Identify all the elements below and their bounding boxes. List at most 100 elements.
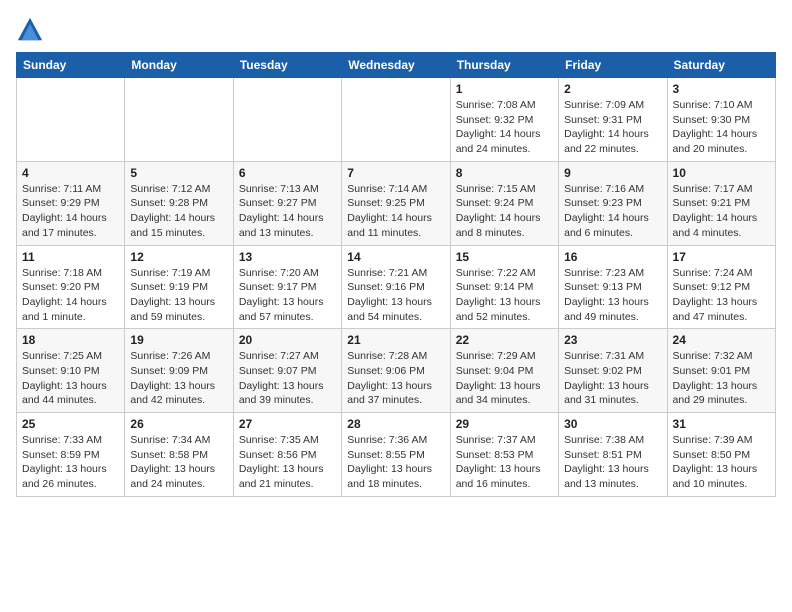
day-info: Sunrise: 7:27 AM Sunset: 9:07 PM Dayligh… [239,349,336,408]
weekday-header-tuesday: Tuesday [233,53,341,78]
day-info: Sunrise: 7:23 AM Sunset: 9:13 PM Dayligh… [564,266,661,325]
calendar-cell: 27 Sunrise: 7:35 AM Sunset: 8:56 PM Dayli… [233,413,341,497]
page-header [16,16,776,44]
day-info: Sunrise: 7:13 AM Sunset: 9:27 PM Dayligh… [239,182,336,241]
calendar-cell: 10 Sunrise: 7:17 AM Sunset: 9:21 PM Dayli… [667,161,775,245]
day-info: Sunrise: 7:17 AM Sunset: 9:21 PM Dayligh… [673,182,770,241]
calendar-cell: 21Sunrise: 7:28 AM Sunset: 9:06 PM Dayli… [342,329,450,413]
logo-icon [16,16,44,44]
day-number: 9 [564,166,661,180]
calendar-cell [17,78,125,162]
day-info: Sunrise: 7:11 AM Sunset: 9:29 PM Dayligh… [22,182,119,241]
calendar-cell: 26 Sunrise: 7:34 AM Sunset: 8:58 PM Dayli… [125,413,233,497]
calendar-cell [125,78,233,162]
day-number: 27 [239,417,336,431]
calendar-cell: 6 Sunrise: 7:13 AM Sunset: 9:27 PM Daylig… [233,161,341,245]
day-info: Sunrise: 7:37 AM Sunset: 8:53 PM Dayligh… [456,433,553,492]
day-info: Sunrise: 7:35 AM Sunset: 8:56 PM Dayligh… [239,433,336,492]
day-number: 6 [239,166,336,180]
calendar-cell: 31Sunrise: 7:39 AM Sunset: 8:50 PM Dayli… [667,413,775,497]
day-info: Sunrise: 7:34 AM Sunset: 8:58 PM Dayligh… [130,433,227,492]
calendar-cell: 9 Sunrise: 7:16 AM Sunset: 9:23 PM Daylig… [559,161,667,245]
calendar-cell: 20Sunrise: 7:27 AM Sunset: 9:07 PM Dayli… [233,329,341,413]
calendar-cell: 4Sunrise: 7:11 AM Sunset: 9:29 PM Daylig… [17,161,125,245]
calendar-cell: 16 Sunrise: 7:23 AM Sunset: 9:13 PM Dayli… [559,245,667,329]
calendar-cell: 3 Sunrise: 7:10 AM Sunset: 9:30 PM Daylig… [667,78,775,162]
day-number: 2 [564,82,661,96]
day-info: Sunrise: 7:14 AM Sunset: 9:25 PM Dayligh… [347,182,444,241]
day-number: 29 [456,417,553,431]
day-info: Sunrise: 7:28 AM Sunset: 9:06 PM Dayligh… [347,349,444,408]
calendar-cell: 1 Sunrise: 7:08 AM Sunset: 9:32 PM Daylig… [450,78,558,162]
day-info: Sunrise: 7:20 AM Sunset: 9:17 PM Dayligh… [239,266,336,325]
week-row-1: 1 Sunrise: 7:08 AM Sunset: 9:32 PM Daylig… [17,78,776,162]
calendar-cell: 7 Sunrise: 7:14 AM Sunset: 9:25 PM Daylig… [342,161,450,245]
week-row-5: 25Sunrise: 7:33 AM Sunset: 8:59 PM Dayli… [17,413,776,497]
day-number: 28 [347,417,444,431]
day-info: Sunrise: 7:09 AM Sunset: 9:31 PM Dayligh… [564,98,661,157]
calendar-cell: 15Sunrise: 7:22 AM Sunset: 9:14 PM Dayli… [450,245,558,329]
calendar-cell: 17 Sunrise: 7:24 AM Sunset: 9:12 PM Dayli… [667,245,775,329]
day-info: Sunrise: 7:32 AM Sunset: 9:01 PM Dayligh… [673,349,770,408]
calendar-cell: 13Sunrise: 7:20 AM Sunset: 9:17 PM Dayli… [233,245,341,329]
day-info: Sunrise: 7:22 AM Sunset: 9:14 PM Dayligh… [456,266,553,325]
day-number: 23 [564,333,661,347]
calendar-cell: 23Sunrise: 7:31 AM Sunset: 9:02 PM Dayli… [559,329,667,413]
calendar-cell: 18 Sunrise: 7:25 AM Sunset: 9:10 PM Dayli… [17,329,125,413]
day-number: 30 [564,417,661,431]
day-number: 10 [673,166,770,180]
day-number: 22 [456,333,553,347]
day-number: 17 [673,250,770,264]
day-number: 12 [130,250,227,264]
weekday-header-monday: Monday [125,53,233,78]
day-number: 11 [22,250,119,264]
week-row-4: 18 Sunrise: 7:25 AM Sunset: 9:10 PM Dayli… [17,329,776,413]
weekday-header-wednesday: Wednesday [342,53,450,78]
day-number: 14 [347,250,444,264]
calendar-cell: 25Sunrise: 7:33 AM Sunset: 8:59 PM Dayli… [17,413,125,497]
weekday-header-saturday: Saturday [667,53,775,78]
day-number: 1 [456,82,553,96]
day-info: Sunrise: 7:19 AM Sunset: 9:19 PM Dayligh… [130,266,227,325]
weekday-header-thursday: Thursday [450,53,558,78]
day-number: 26 [130,417,227,431]
calendar-cell: 28 Sunrise: 7:36 AM Sunset: 8:55 PM Dayli… [342,413,450,497]
day-info: Sunrise: 7:21 AM Sunset: 9:16 PM Dayligh… [347,266,444,325]
day-number: 18 [22,333,119,347]
day-info: Sunrise: 7:39 AM Sunset: 8:50 PM Dayligh… [673,433,770,492]
day-info: Sunrise: 7:24 AM Sunset: 9:12 PM Dayligh… [673,266,770,325]
calendar-cell: 12 Sunrise: 7:19 AM Sunset: 9:19 PM Dayli… [125,245,233,329]
calendar-cell: 2 Sunrise: 7:09 AM Sunset: 9:31 PM Daylig… [559,78,667,162]
day-info: Sunrise: 7:12 AM Sunset: 9:28 PM Dayligh… [130,182,227,241]
day-number: 5 [130,166,227,180]
week-row-2: 4Sunrise: 7:11 AM Sunset: 9:29 PM Daylig… [17,161,776,245]
weekday-header-row: SundayMondayTuesdayWednesdayThursdayFrid… [17,53,776,78]
day-info: Sunrise: 7:10 AM Sunset: 9:30 PM Dayligh… [673,98,770,157]
logo [16,16,48,44]
day-info: Sunrise: 7:38 AM Sunset: 8:51 PM Dayligh… [564,433,661,492]
day-number: 24 [673,333,770,347]
calendar-cell: 29 Sunrise: 7:37 AM Sunset: 8:53 PM Dayli… [450,413,558,497]
calendar-cell: 5 Sunrise: 7:12 AM Sunset: 9:28 PM Daylig… [125,161,233,245]
day-info: Sunrise: 7:29 AM Sunset: 9:04 PM Dayligh… [456,349,553,408]
day-number: 7 [347,166,444,180]
day-number: 19 [130,333,227,347]
day-info: Sunrise: 7:15 AM Sunset: 9:24 PM Dayligh… [456,182,553,241]
day-number: 16 [564,250,661,264]
day-info: Sunrise: 7:16 AM Sunset: 9:23 PM Dayligh… [564,182,661,241]
day-info: Sunrise: 7:26 AM Sunset: 9:09 PM Dayligh… [130,349,227,408]
calendar-cell: 19 Sunrise: 7:26 AM Sunset: 9:09 PM Dayli… [125,329,233,413]
day-info: Sunrise: 7:08 AM Sunset: 9:32 PM Dayligh… [456,98,553,157]
calendar-cell [233,78,341,162]
week-row-3: 11Sunrise: 7:18 AM Sunset: 9:20 PM Dayli… [17,245,776,329]
calendar-cell: 8Sunrise: 7:15 AM Sunset: 9:24 PM Daylig… [450,161,558,245]
day-info: Sunrise: 7:36 AM Sunset: 8:55 PM Dayligh… [347,433,444,492]
calendar-table: SundayMondayTuesdayWednesdayThursdayFrid… [16,52,776,497]
day-number: 3 [673,82,770,96]
calendar-cell [342,78,450,162]
day-info: Sunrise: 7:25 AM Sunset: 9:10 PM Dayligh… [22,349,119,408]
calendar-cell: 14 Sunrise: 7:21 AM Sunset: 9:16 PM Dayli… [342,245,450,329]
calendar-cell: 11Sunrise: 7:18 AM Sunset: 9:20 PM Dayli… [17,245,125,329]
calendar-cell: 30 Sunrise: 7:38 AM Sunset: 8:51 PM Dayli… [559,413,667,497]
weekday-header-friday: Friday [559,53,667,78]
